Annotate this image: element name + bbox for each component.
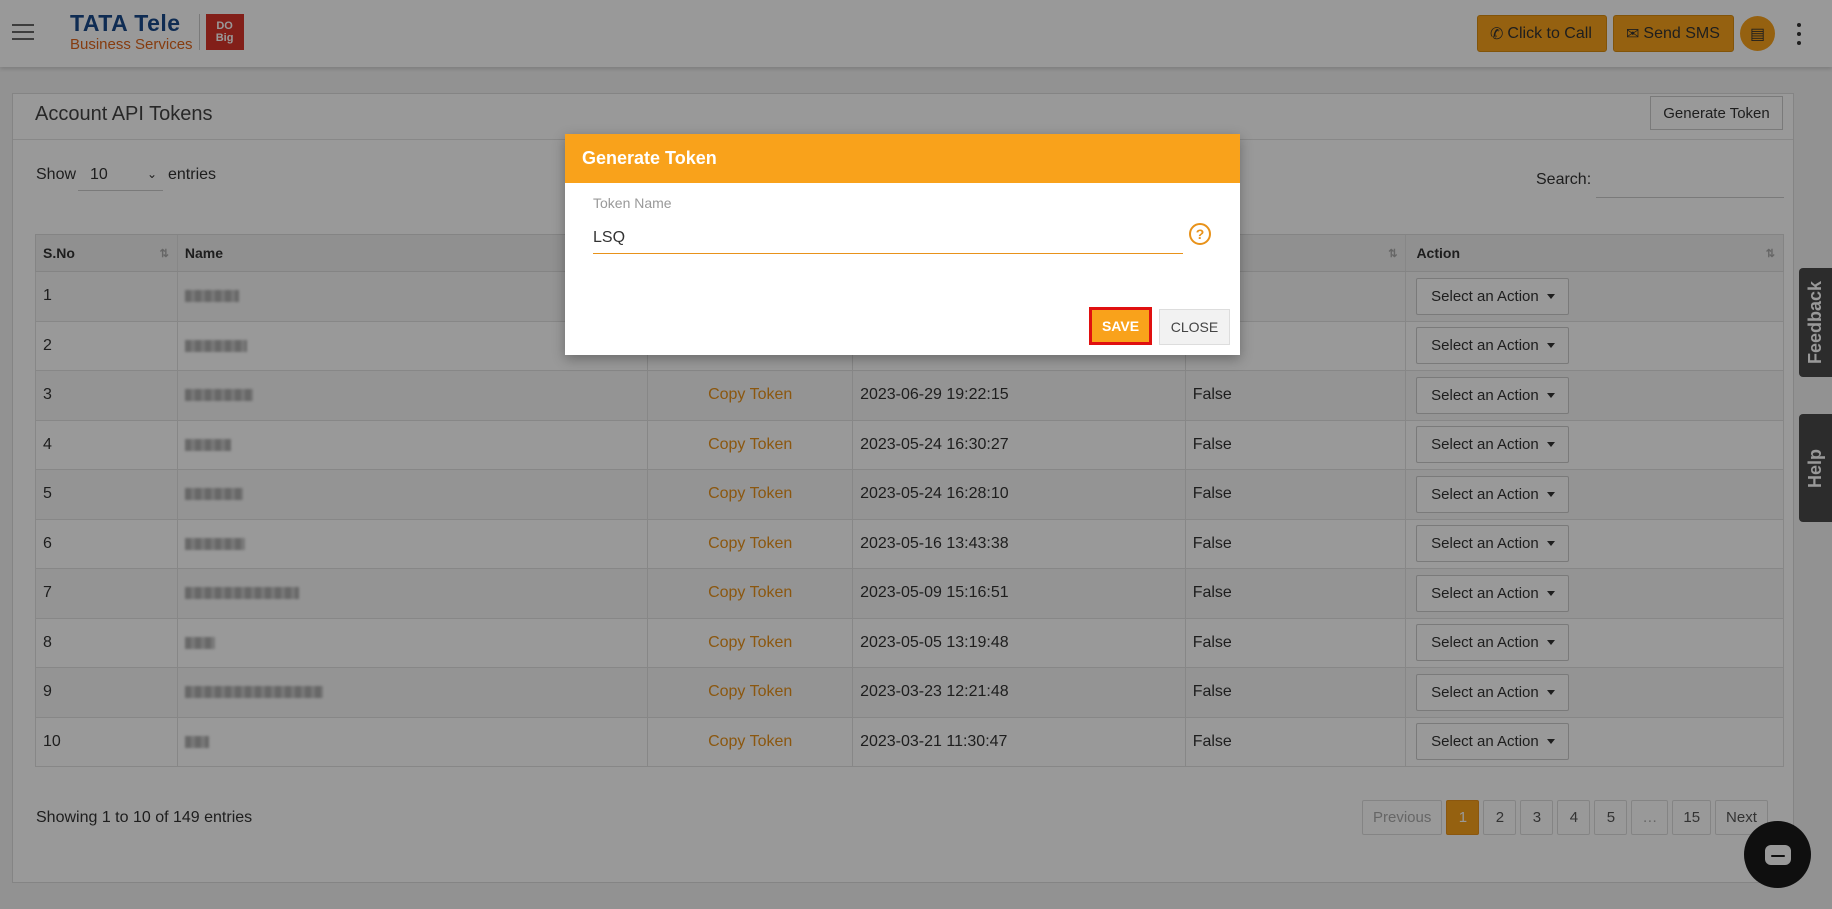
token-name-label: Token Name [593,195,672,211]
help-circle-icon[interactable]: ? [1189,223,1211,245]
close-button[interactable]: CLOSE [1159,309,1230,345]
generate-token-dialog: Generate Token Token Name ? SAVE CLOSE [565,134,1240,355]
token-name-input[interactable] [593,222,1183,254]
dialog-title: Generate Token [565,134,1240,183]
save-button[interactable]: SAVE [1089,307,1152,345]
